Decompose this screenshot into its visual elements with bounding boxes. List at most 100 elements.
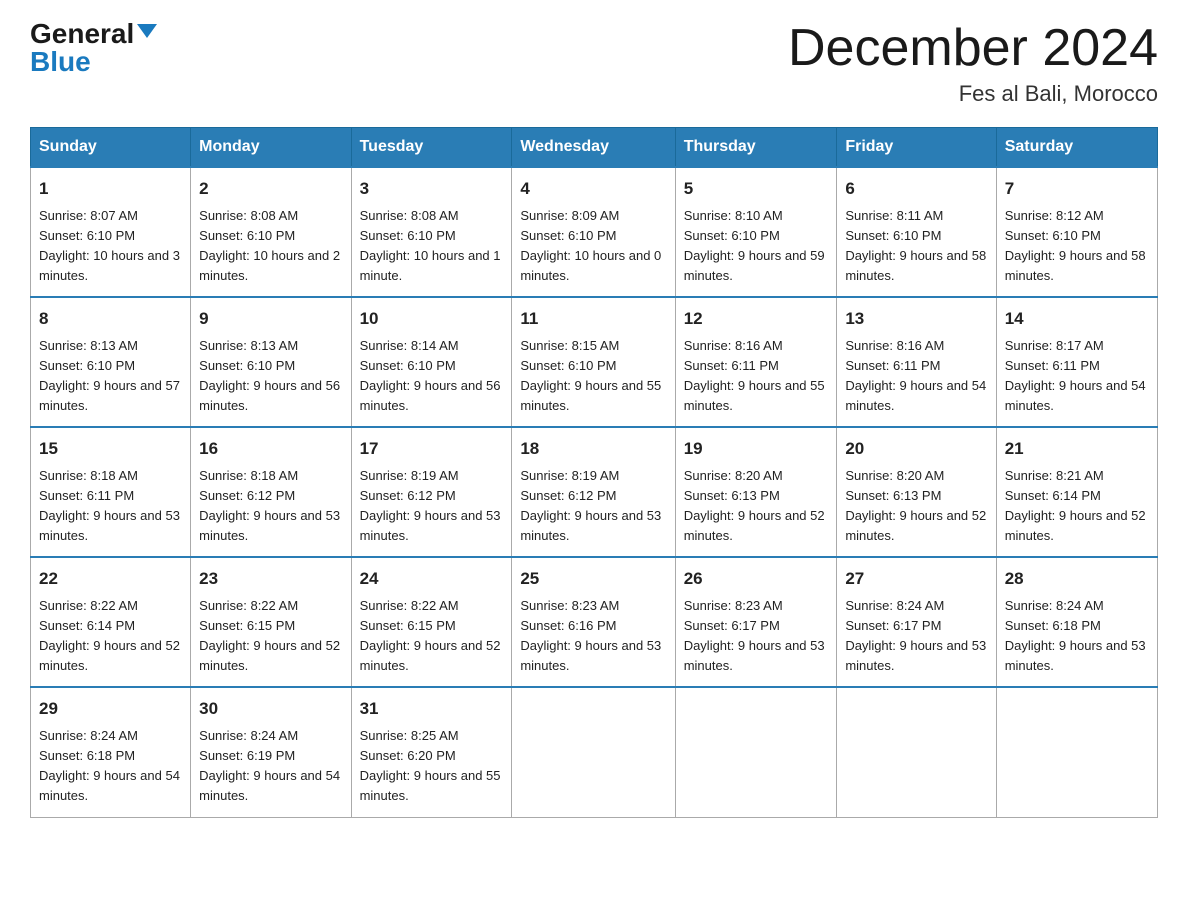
- day-number: 18: [520, 436, 666, 462]
- day-info: Sunrise: 8:22 AMSunset: 6:15 PMDaylight:…: [199, 596, 342, 677]
- day-number: 3: [360, 176, 504, 202]
- calendar-cell: 23 Sunrise: 8:22 AMSunset: 6:15 PMDayligh…: [191, 557, 351, 687]
- calendar-cell: 27 Sunrise: 8:24 AMSunset: 6:17 PMDayligh…: [837, 557, 996, 687]
- week-row-2: 8Sunrise: 8:13 AMSunset: 6:10 PMDaylight…: [31, 297, 1158, 427]
- day-number: 27: [845, 566, 987, 592]
- calendar-cell: 24Sunrise: 8:22 AMSunset: 6:15 PMDayligh…: [351, 557, 512, 687]
- weekday-header-wednesday: Wednesday: [512, 128, 675, 168]
- day-info: Sunrise: 8:24 AMSunset: 6:19 PMDaylight:…: [199, 726, 342, 807]
- logo: General Blue: [30, 20, 157, 76]
- day-number: 29: [39, 696, 182, 722]
- day-info: Sunrise: 8:24 AMSunset: 6:18 PMDaylight:…: [39, 726, 182, 807]
- day-number: 26: [684, 566, 829, 592]
- day-info: Sunrise: 8:23 AMSunset: 6:16 PMDaylight:…: [520, 596, 666, 677]
- day-number: 19: [684, 436, 829, 462]
- day-number: 11: [520, 306, 666, 332]
- week-row-3: 15Sunrise: 8:18 AMSunset: 6:11 PMDayligh…: [31, 427, 1158, 557]
- calendar-cell: 31 Sunrise: 8:25 AMSunset: 6:20 PMDayligh…: [351, 687, 512, 817]
- calendar-cell: 10Sunrise: 8:14 AMSunset: 6:10 PMDayligh…: [351, 297, 512, 427]
- day-info: Sunrise: 8:22 AMSunset: 6:15 PMDaylight:…: [360, 596, 504, 677]
- day-number: 25: [520, 566, 666, 592]
- calendar-title: December 2024: [788, 20, 1158, 77]
- day-number: 21: [1005, 436, 1149, 462]
- day-info: Sunrise: 8:11 AMSunset: 6:10 PMDaylight:…: [845, 206, 987, 287]
- weekday-header-tuesday: Tuesday: [351, 128, 512, 168]
- day-number: 2: [199, 176, 342, 202]
- week-row-4: 22Sunrise: 8:22 AMSunset: 6:14 PMDayligh…: [31, 557, 1158, 687]
- day-info: Sunrise: 8:08 AMSunset: 6:10 PMDaylight:…: [199, 206, 342, 287]
- day-number: 30: [199, 696, 342, 722]
- day-number: 7: [1005, 176, 1149, 202]
- day-info: Sunrise: 8:10 AMSunset: 6:10 PMDaylight:…: [684, 206, 829, 287]
- calendar-cell: 17 Sunrise: 8:19 AMSunset: 6:12 PMDayligh…: [351, 427, 512, 557]
- calendar-cell: 3 Sunrise: 8:08 AMSunset: 6:10 PMDaylight…: [351, 167, 512, 297]
- calendar-cell: 16 Sunrise: 8:18 AMSunset: 6:12 PMDayligh…: [191, 427, 351, 557]
- calendar-cell: 4 Sunrise: 8:09 AMSunset: 6:10 PMDaylight…: [512, 167, 675, 297]
- calendar-cell: [996, 687, 1157, 817]
- calendar-cell: [837, 687, 996, 817]
- calendar-cell: 21 Sunrise: 8:21 AMSunset: 6:14 PMDayligh…: [996, 427, 1157, 557]
- calendar-table: SundayMondayTuesdayWednesdayThursdayFrid…: [30, 127, 1158, 817]
- day-number: 1: [39, 176, 182, 202]
- calendar-cell: 14Sunrise: 8:17 AMSunset: 6:11 PMDayligh…: [996, 297, 1157, 427]
- calendar-cell: 12 Sunrise: 8:16 AMSunset: 6:11 PMDayligh…: [675, 297, 837, 427]
- day-info: Sunrise: 8:23 AMSunset: 6:17 PMDaylight:…: [684, 596, 829, 677]
- day-info: Sunrise: 8:19 AMSunset: 6:12 PMDaylight:…: [520, 466, 666, 547]
- calendar-cell: 25 Sunrise: 8:23 AMSunset: 6:16 PMDayligh…: [512, 557, 675, 687]
- day-number: 4: [520, 176, 666, 202]
- day-info: Sunrise: 8:22 AMSunset: 6:14 PMDaylight:…: [39, 596, 182, 677]
- calendar-cell: 5Sunrise: 8:10 AMSunset: 6:10 PMDaylight…: [675, 167, 837, 297]
- day-number: 31: [360, 696, 504, 722]
- calendar-cell: 22Sunrise: 8:22 AMSunset: 6:14 PMDayligh…: [31, 557, 191, 687]
- calendar-cell: 13Sunrise: 8:16 AMSunset: 6:11 PMDayligh…: [837, 297, 996, 427]
- weekday-header-saturday: Saturday: [996, 128, 1157, 168]
- week-row-1: 1 Sunrise: 8:07 AMSunset: 6:10 PMDaylight…: [31, 167, 1158, 297]
- day-number: 15: [39, 436, 182, 462]
- day-number: 10: [360, 306, 504, 332]
- page-header: General Blue December 2024 Fes al Bali, …: [30, 20, 1158, 107]
- day-info: Sunrise: 8:18 AMSunset: 6:12 PMDaylight:…: [199, 466, 342, 547]
- day-number: 23: [199, 566, 342, 592]
- day-info: Sunrise: 8:24 AMSunset: 6:18 PMDaylight:…: [1005, 596, 1149, 677]
- day-info: Sunrise: 8:07 AMSunset: 6:10 PMDaylight:…: [39, 206, 182, 287]
- weekday-header-thursday: Thursday: [675, 128, 837, 168]
- logo-blue-text: Blue: [30, 48, 91, 76]
- day-info: Sunrise: 8:16 AMSunset: 6:11 PMDaylight:…: [684, 336, 829, 417]
- day-info: Sunrise: 8:20 AMSunset: 6:13 PMDaylight:…: [845, 466, 987, 547]
- day-number: 6: [845, 176, 987, 202]
- calendar-cell: [512, 687, 675, 817]
- calendar-location: Fes al Bali, Morocco: [788, 81, 1158, 107]
- day-number: 16: [199, 436, 342, 462]
- calendar-cell: 20 Sunrise: 8:20 AMSunset: 6:13 PMDayligh…: [837, 427, 996, 557]
- day-info: Sunrise: 8:24 AMSunset: 6:17 PMDaylight:…: [845, 596, 987, 677]
- day-info: Sunrise: 8:15 AMSunset: 6:10 PMDaylight:…: [520, 336, 666, 417]
- calendar-cell: 9Sunrise: 8:13 AMSunset: 6:10 PMDaylight…: [191, 297, 351, 427]
- calendar-cell: 7 Sunrise: 8:12 AMSunset: 6:10 PMDaylight…: [996, 167, 1157, 297]
- day-number: 9: [199, 306, 342, 332]
- calendar-cell: 26 Sunrise: 8:23 AMSunset: 6:17 PMDayligh…: [675, 557, 837, 687]
- day-info: Sunrise: 8:19 AMSunset: 6:12 PMDaylight:…: [360, 466, 504, 547]
- day-number: 28: [1005, 566, 1149, 592]
- day-number: 20: [845, 436, 987, 462]
- day-info: Sunrise: 8:12 AMSunset: 6:10 PMDaylight:…: [1005, 206, 1149, 287]
- calendar-cell: 15Sunrise: 8:18 AMSunset: 6:11 PMDayligh…: [31, 427, 191, 557]
- weekday-header-friday: Friday: [837, 128, 996, 168]
- day-info: Sunrise: 8:09 AMSunset: 6:10 PMDaylight:…: [520, 206, 666, 287]
- calendar-cell: 8Sunrise: 8:13 AMSunset: 6:10 PMDaylight…: [31, 297, 191, 427]
- day-number: 17: [360, 436, 504, 462]
- day-info: Sunrise: 8:08 AMSunset: 6:10 PMDaylight:…: [360, 206, 504, 287]
- day-number: 14: [1005, 306, 1149, 332]
- calendar-cell: 6 Sunrise: 8:11 AMSunset: 6:10 PMDaylight…: [837, 167, 996, 297]
- logo-general-text: General: [30, 20, 134, 48]
- calendar-cell: 1 Sunrise: 8:07 AMSunset: 6:10 PMDaylight…: [31, 167, 191, 297]
- calendar-cell: 18 Sunrise: 8:19 AMSunset: 6:12 PMDayligh…: [512, 427, 675, 557]
- weekday-header-sunday: Sunday: [31, 128, 191, 168]
- day-number: 12: [684, 306, 829, 332]
- logo-triangle-icon: [137, 24, 157, 38]
- title-block: December 2024 Fes al Bali, Morocco: [788, 20, 1158, 107]
- day-number: 13: [845, 306, 987, 332]
- day-info: Sunrise: 8:21 AMSunset: 6:14 PMDaylight:…: [1005, 466, 1149, 547]
- week-row-5: 29 Sunrise: 8:24 AMSunset: 6:18 PMDayligh…: [31, 687, 1158, 817]
- day-info: Sunrise: 8:25 AMSunset: 6:20 PMDaylight:…: [360, 726, 504, 807]
- calendar-cell: 11 Sunrise: 8:15 AMSunset: 6:10 PMDayligh…: [512, 297, 675, 427]
